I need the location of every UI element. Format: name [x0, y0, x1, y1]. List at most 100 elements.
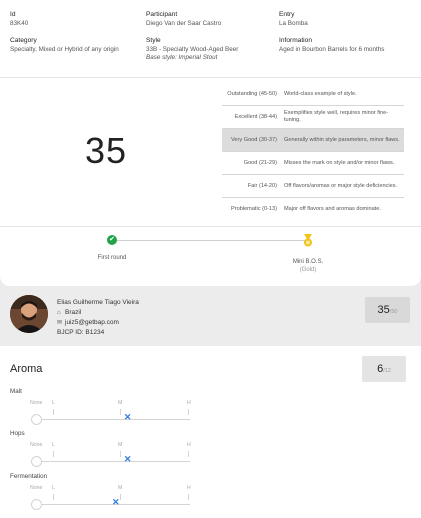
- scale-row: Outstanding (45-50) World-class example o…: [222, 83, 404, 106]
- aroma-title: Aroma: [10, 363, 43, 375]
- divider: [0, 226, 421, 227]
- scale-description: World-class example of style.: [284, 90, 357, 97]
- id-field: Id 83K40: [10, 11, 28, 28]
- judge-country-row: ⌂ Brazil: [57, 308, 139, 318]
- slider-tick: [53, 409, 54, 415]
- none-radio[interactable]: [31, 414, 42, 425]
- slider-tick: [53, 494, 54, 500]
- scale-description: Exemplifies style well, requires minor f…: [284, 110, 389, 123]
- scale-description: Misses the mark on style and/or minor fl…: [284, 159, 395, 166]
- none-radio[interactable]: [31, 456, 42, 467]
- slider-high-label: H: [187, 442, 191, 448]
- aroma-category-label: Fermentation: [10, 473, 48, 480]
- first-round-label: First round: [97, 255, 127, 261]
- mail-icon: ✉: [57, 320, 63, 326]
- none-radio[interactable]: [31, 499, 42, 510]
- slider-mid-label: M: [118, 442, 123, 448]
- style-label: Style: [146, 37, 161, 44]
- intensity-slider[interactable]: None L M H ✕: [30, 400, 191, 426]
- slider-high-label: H: [187, 485, 191, 491]
- participant-field: Participant Diego Van der Saar Castro: [146, 11, 221, 28]
- mini-bos-label: Mini B.O.S. (Gold): [282, 258, 334, 274]
- slider-track: [42, 419, 190, 420]
- selected-level-marker[interactable]: ✕: [112, 498, 120, 507]
- category-label: Category: [10, 37, 37, 44]
- slider-low-label: L: [52, 442, 55, 448]
- slider-mid-label: M: [118, 400, 123, 406]
- entry-field: Entry La Bomba: [279, 11, 308, 28]
- category-value: Specialty, Mixed or Hybrid of any origin: [10, 45, 119, 53]
- scale-range: Very Good (30-37): [230, 136, 277, 143]
- mini-bos-title: Mini B.O.S.: [292, 259, 324, 265]
- scale-description: Off flavors/aromas or major style defici…: [284, 182, 398, 189]
- slider-mid-label: M: [118, 485, 123, 491]
- aroma-category-label: Malt: [10, 388, 22, 395]
- home-icon: ⌂: [57, 310, 61, 316]
- scale-range: Outstanding (45-50): [227, 90, 277, 97]
- intensity-slider[interactable]: None L M H ✕: [30, 442, 191, 468]
- information-label: Information: [279, 37, 312, 44]
- information-value: Aged in Bourbon Barrels for 6 months: [279, 45, 385, 53]
- intensity-slider[interactable]: None L M H ✕: [30, 485, 191, 511]
- slider-none-label: None: [30, 442, 43, 448]
- participant-label: Participant: [146, 11, 178, 18]
- judge-info: Elias Guilherme Tiago Vieira ⌂ Brazil ✉ ju…: [57, 298, 139, 338]
- judge-name: Elias Guilherme Tiago Vieira: [57, 299, 139, 306]
- medal-icon: [304, 234, 312, 247]
- score-scale-table: Outstanding (45-50) World-class example o…: [222, 83, 404, 221]
- scale-description: Major off flavors and aromas dominate.: [284, 206, 381, 212]
- information-field: Information Aged in Bourbon Barrels for …: [279, 37, 384, 54]
- slider-high-label: H: [187, 400, 191, 406]
- slider-tick: [188, 494, 189, 500]
- timeline-line: [112, 240, 308, 241]
- slider-tick: [188, 409, 189, 415]
- judge-email[interactable]: juiz5@getbap.com: [65, 319, 119, 326]
- scale-description: Generally within style parameters, minor…: [284, 136, 400, 143]
- entry-label: Entry: [279, 11, 295, 18]
- style-field: Style 33B - Specialty Wood-Aged Beer Bas…: [146, 37, 238, 62]
- slider-track: [42, 461, 190, 462]
- check-icon: ✔: [107, 235, 117, 245]
- entry-value: La Bomba: [279, 19, 308, 27]
- scale-row: Fair (14-20) Off flavors/aromas or major …: [222, 175, 404, 198]
- scale-row: Problematic (0-13) Major off flavors and …: [222, 198, 404, 221]
- scale-row: Excellent (38-44) Exemplifies style well,…: [222, 106, 404, 129]
- aroma-score-max: /12: [383, 368, 391, 374]
- scale-range: Good (21-29): [243, 159, 277, 166]
- avatar: [10, 295, 48, 333]
- id-value: 83K40: [10, 19, 29, 27]
- slider-tick: [120, 409, 121, 415]
- selected-level-marker[interactable]: ✕: [124, 455, 132, 464]
- slider-low-label: L: [52, 400, 55, 406]
- slider-none-label: None: [30, 485, 43, 491]
- slider-none-label: None: [30, 400, 43, 406]
- participant-value: Diego Van der Saar Castro: [146, 19, 222, 27]
- aroma-score-badge: 6/12: [362, 356, 406, 382]
- judge-score-badge: 35/50: [365, 297, 410, 323]
- divider: [0, 77, 421, 78]
- style-value: 33B - Specialty Wood-Aged Beer: [146, 45, 239, 53]
- judge-country: Brazil: [65, 309, 82, 316]
- slider-tick: [53, 451, 54, 457]
- id-label: Id: [10, 11, 16, 18]
- entry-card: Id 83K40 Participant Diego Van der Saar …: [0, 0, 421, 286]
- scale-row: Good (21-29) Misses the mark on style and…: [222, 152, 404, 175]
- scale-row: Very Good (30-37) Generally within style …: [222, 129, 404, 152]
- mini-bos-medal: (Gold): [299, 267, 317, 274]
- base-style: Base style: Imperial Stout: [146, 53, 218, 61]
- judge-score: 35: [377, 304, 390, 316]
- selected-level-marker[interactable]: ✕: [124, 413, 132, 422]
- judge-score-max: /50: [389, 309, 398, 315]
- judge-bjcp-id: BJCP ID: B1234: [57, 329, 105, 336]
- scale-range: Excellent (38-44): [234, 113, 277, 120]
- total-score: 35: [84, 130, 128, 171]
- scale-range: Problematic (0-13): [230, 206, 277, 212]
- judge-email-row: ✉ juiz5@getbap.com: [57, 318, 139, 328]
- slider-tick: [120, 451, 121, 457]
- slider-tick: [188, 451, 189, 457]
- slider-tick: [120, 494, 121, 500]
- slider-low-label: L: [52, 485, 55, 491]
- category-field: Category Specialty, Mixed or Hybrid of a…: [10, 37, 119, 54]
- aroma-category-label: Hops: [10, 430, 25, 437]
- scale-range: Fair (14-20): [247, 182, 277, 189]
